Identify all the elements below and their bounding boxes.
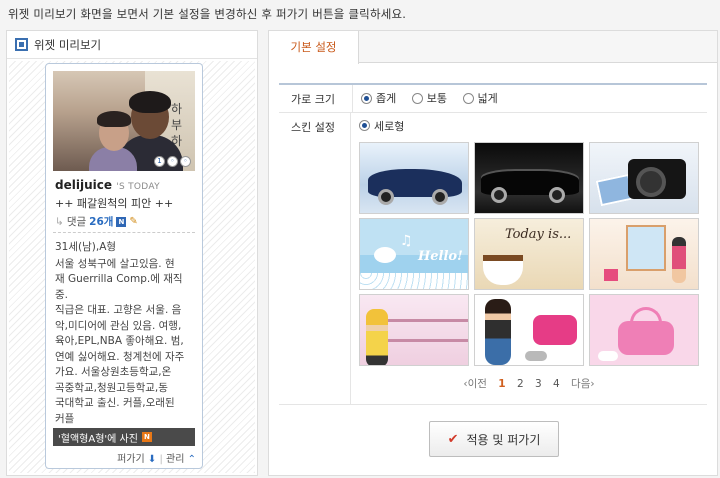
skin-grid: ♫ Hello! Today is...: [359, 142, 699, 366]
skin-thumb-camera[interactable]: [589, 142, 699, 214]
width-row: 가로 크기 좁게 보통 넓게: [279, 83, 707, 113]
instruction-text: 위젯 미리보기 화면을 보면서 기본 설정을 변경하신 후 퍼가기 버튼을 클릭…: [0, 0, 720, 28]
skin-thumb-shoe-shelf[interactable]: [359, 294, 469, 366]
pencil-icon[interactable]: ✎: [129, 216, 139, 227]
profile-line: 직급은 대표. 고향은 서울. 음: [55, 304, 182, 316]
divider: [53, 232, 195, 233]
skin-thumb-pink-bag[interactable]: [589, 294, 699, 366]
manage-link[interactable]: 관리: [166, 454, 184, 465]
radio-wide[interactable]: [462, 92, 474, 104]
radio-narrow[interactable]: [361, 92, 372, 104]
age-text: 31세(남),A형: [55, 241, 117, 253]
pager-next[interactable]: 다음›: [571, 378, 595, 390]
pager-page-4[interactable]: 4: [553, 378, 560, 390]
profile-line: 가요. 서울상원초등학교,온: [55, 366, 172, 378]
card-footer: 퍼가기 ⬇ | 관리 ⌃: [117, 454, 196, 465]
profile-line: 커플: [55, 412, 75, 425]
profile-line: 연예 싫어해요. 청계천에 자주: [55, 350, 185, 363]
profile-line: 육아,EPL,NBA 좋아해요. 범,: [55, 335, 184, 347]
photo-dot-1[interactable]: 1: [154, 156, 165, 167]
photo-bar-text: '혈액형A형'에 사진: [58, 433, 138, 445]
skin-thumb-hello-bird[interactable]: ♫ Hello!: [359, 218, 469, 290]
download-icon[interactable]: ⬇: [148, 454, 156, 465]
thumb-today-text: Today is...: [505, 227, 572, 242]
width-option-normal[interactable]: 보통: [411, 90, 447, 106]
profile-line: 재 Guerrilla Comp.에 재직중.: [55, 273, 183, 301]
music-note-icon: ♫: [400, 233, 413, 249]
radio-normal[interactable]: [411, 92, 423, 104]
profile-line: 서울 성북구에 살고있음. 현: [55, 257, 175, 270]
skin-thumb-coffee[interactable]: Today is...: [474, 218, 584, 290]
motto-text: ++ 패갈원척의 피안 ++: [55, 197, 174, 210]
tab-basic-settings[interactable]: 기본 설정: [269, 31, 359, 64]
reply-arrow-icon: ↳: [55, 215, 64, 228]
username[interactable]: delijuice 'S TODAY: [55, 178, 160, 192]
profile-info: 31세(남),A형 서울 성북구에 살고있음. 현 재 Guerrilla Co…: [55, 240, 195, 427]
skin-thumb-shopping-girl[interactable]: [589, 218, 699, 290]
photo-overlay-text: 하 부 하: [171, 102, 183, 148]
pager-prev[interactable]: ‹이전: [463, 378, 487, 390]
skin-thumb-black-car[interactable]: [474, 142, 584, 214]
settings-panel: 기본 설정 가로 크기 좁게 보통 넓게 스킨 설정 세로형 ♫ Hello! …: [268, 30, 718, 476]
profile-line: 곡중학교,청원고등학교,동: [55, 381, 168, 394]
skin-option-vertical[interactable]: 세로형: [359, 118, 404, 134]
caret-up-icon[interactable]: ⌃: [188, 454, 196, 465]
comments-row[interactable]: ↳ 댓글 26개 N ✎: [55, 214, 139, 229]
skin-row: 스킨 설정 세로형 ♫ Hello! Today is... ‹이전 1 2 3…: [279, 112, 707, 405]
check-icon: ✔: [447, 431, 459, 447]
embed-link[interactable]: 퍼가기: [117, 454, 145, 465]
widget-card: 하 부 하 1 ◦ ◦ delijuice 'S TODAY ++ 패갈원척의 …: [45, 63, 203, 469]
today-label: 'S TODAY: [116, 182, 160, 192]
photo-pager[interactable]: 1 ◦ ◦: [154, 156, 191, 167]
profile-line: 국대학교 출신. 커플,오래된: [55, 397, 175, 409]
skin-label: 스킨 설정: [279, 112, 351, 404]
settings-form: 가로 크기 좁게 보통 넓게 스킨 설정 세로형 ♫ Hello! Today …: [279, 83, 707, 405]
width-option-narrow[interactable]: 좁게: [361, 90, 396, 106]
profile-line: 악,미디어에 관심 있음. 여행,: [55, 319, 182, 332]
apply-and-embed-button[interactable]: ✔ 적용 및 퍼가기: [429, 421, 559, 457]
preview-panel: 위젯 미리보기 하 부 하 1 ◦ ◦ delijuice 'S TODAY +…: [6, 30, 258, 476]
pager-page-2[interactable]: 2: [517, 378, 524, 390]
preview-header: 위젯 미리보기: [7, 31, 257, 59]
comments-label: 댓글: [66, 216, 87, 228]
skin-thumb-fashion-girl[interactable]: [474, 294, 584, 366]
tab-bar: 기본 설정: [269, 31, 717, 64]
radio-vertical[interactable]: [359, 120, 370, 131]
photo-dot-2[interactable]: ◦: [167, 156, 178, 167]
skin-thumb-blue-car[interactable]: [359, 142, 469, 214]
width-label: 가로 크기: [279, 85, 353, 112]
profile-photo[interactable]: 하 부 하 1 ◦ ◦: [53, 71, 195, 171]
skin-pager: ‹이전 1 2 3 4 다음›: [359, 376, 699, 399]
width-option-wide[interactable]: 넓게: [462, 90, 498, 106]
preview-title: 위젯 미리보기: [34, 37, 102, 52]
new-badge-orange: N: [141, 432, 152, 442]
photo-link-bar[interactable]: '혈액형A형'에 사진 N: [53, 428, 195, 446]
pager-page-1[interactable]: 1: [498, 378, 505, 390]
new-badge: N: [116, 216, 127, 227]
apply-button-label: 적용 및 퍼가기: [466, 432, 541, 447]
thumb-hello-text: Hello!: [418, 249, 463, 264]
pager-page-3[interactable]: 3: [535, 378, 542, 390]
preview-icon: [15, 38, 28, 51]
photo-dot-3[interactable]: ◦: [180, 156, 191, 167]
comments-count[interactable]: 26개: [89, 214, 113, 229]
